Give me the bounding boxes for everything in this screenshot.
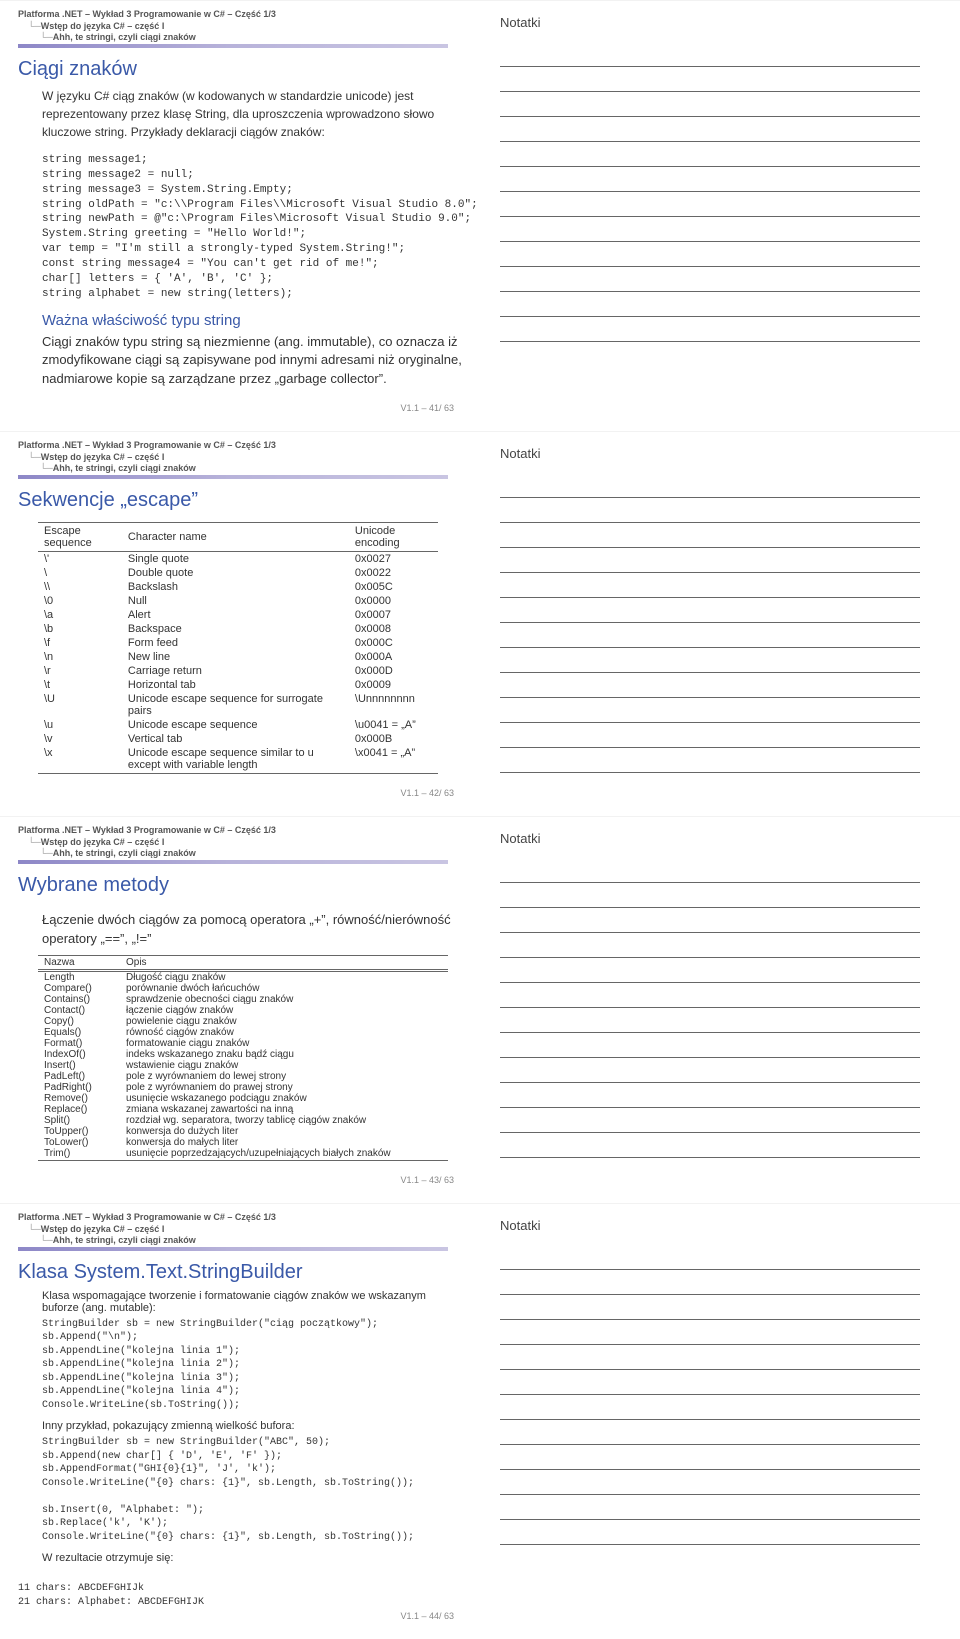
- note-line: [500, 1249, 920, 1270]
- note-line: [500, 527, 920, 548]
- slide4-title: Klasa System.Text.StringBuilder: [18, 1261, 462, 1284]
- note-line: [500, 1399, 920, 1420]
- slide1-title: Ciągi znaków: [18, 58, 462, 81]
- note-line: [500, 552, 920, 573]
- slide3-title: Wybrane metody: [18, 874, 462, 897]
- note-line: [500, 627, 920, 648]
- slide3-footer: V1.1 – 43/ 63: [18, 1175, 462, 1185]
- breadcrumb-l2: Wstęp do języka C# – część I: [41, 1224, 165, 1234]
- note-line: [500, 1424, 920, 1445]
- slide4-footer: V1.1 – 44/ 63: [18, 1611, 462, 1621]
- note-line: [500, 577, 920, 598]
- note-line: [500, 862, 920, 883]
- header-rule: [18, 44, 448, 48]
- slide2-footer: V1.1 – 42/ 63: [18, 788, 462, 798]
- header-rule: [18, 475, 448, 479]
- slide4-code2: StringBuilder sb = new StringBuilder("AB…: [42, 1436, 462, 1544]
- note-line: [500, 1137, 920, 1158]
- note-line: [500, 677, 920, 698]
- note-line: [500, 1474, 920, 1495]
- col-name: Character name: [122, 523, 349, 552]
- slide1-code: string message1; string message2 = null;…: [42, 153, 462, 301]
- note-line: [500, 752, 920, 773]
- slide1-subhead: Ważna właściwość typu string: [42, 312, 462, 329]
- note-line: [500, 1299, 920, 1320]
- notes-label: Notatki: [500, 1218, 920, 1233]
- note-line: [500, 602, 920, 623]
- slide4-code1: StringBuilder sb = new StringBuilder("ci…: [42, 1318, 462, 1413]
- note-line: [500, 1112, 920, 1133]
- breadcrumb: Platforma .NET – Wykład 3 Programowanie …: [18, 1212, 462, 1247]
- note-line: [500, 71, 920, 92]
- breadcrumb-l1: Platforma .NET – Wykład 3 Programowanie …: [18, 440, 462, 452]
- note-line: [500, 987, 920, 1008]
- note-line: [500, 702, 920, 723]
- note-line: [500, 1449, 920, 1470]
- note-line: [500, 321, 920, 342]
- col-encoding: Unicode encoding: [349, 523, 438, 552]
- note-line: [500, 296, 920, 317]
- header-rule: [18, 860, 448, 864]
- note-line: [500, 271, 920, 292]
- note-line: [500, 196, 920, 217]
- note-line: [500, 937, 920, 958]
- breadcrumb: Platforma .NET – Wykład 3 Programowanie …: [18, 9, 462, 44]
- note-line: [500, 477, 920, 498]
- col-escape: Escape sequence: [38, 523, 122, 552]
- header-rule: [18, 1247, 448, 1251]
- breadcrumb: Platforma .NET – Wykład 3 Programowanie …: [18, 825, 462, 860]
- slide1-footer: V1.1 – 41/ 63: [18, 403, 462, 413]
- note-line: [500, 727, 920, 748]
- escape-table: Escape sequence Character name Unicode e…: [38, 522, 438, 774]
- notes-label: Notatki: [500, 446, 920, 461]
- breadcrumb-l2: Wstęp do języka C# – część I: [41, 837, 165, 847]
- note-line: [500, 46, 920, 67]
- notes-label: Notatki: [500, 831, 920, 846]
- note-line: [500, 962, 920, 983]
- note-line: [500, 1374, 920, 1395]
- note-line: [500, 1037, 920, 1058]
- note-line: [500, 1012, 920, 1033]
- col-opis: Opis: [120, 955, 448, 970]
- slide2-title: Sekwencje „escape”: [18, 489, 462, 512]
- breadcrumb-l1: Platforma .NET – Wykład 3 Programowanie …: [18, 825, 462, 837]
- note-line: [500, 652, 920, 673]
- note-line: [500, 146, 920, 167]
- note-line: [500, 96, 920, 117]
- note-line: [500, 171, 920, 192]
- breadcrumb-l2: Wstęp do języka C# – część I: [41, 452, 165, 462]
- slide1-body-tail: Przykłady deklaracji ciągów znaków:: [131, 125, 325, 139]
- slide4-para3: W rezultacie otrzymuje się:: [42, 1552, 462, 1564]
- note-line: [500, 1087, 920, 1108]
- breadcrumb: Platforma .NET – Wykład 3 Programowanie …: [18, 440, 462, 475]
- slide4-para1: Klasa wspomagające tworzenie i formatowa…: [42, 1290, 462, 1314]
- breadcrumb-l3: Ahh, te stringi, czyli ciągi znaków: [53, 848, 196, 858]
- note-line: [500, 887, 920, 908]
- note-line: [500, 1524, 920, 1545]
- note-line: [500, 1324, 920, 1345]
- slide1-subpara: Ciągi znaków typu string są niezmienne (…: [42, 333, 462, 390]
- slide3-intro: Łączenie dwóch ciągów za pomocą operator…: [42, 911, 462, 949]
- breadcrumb-l1: Platforma .NET – Wykład 3 Programowanie …: [18, 1212, 462, 1224]
- note-line: [500, 121, 920, 142]
- note-line: [500, 221, 920, 242]
- slide1-body: W języku C# ciąg znaków (w kodowanych w …: [42, 87, 462, 141]
- breadcrumb-l3: Ahh, te stringi, czyli ciągi znaków: [53, 32, 196, 42]
- col-nazwa: Nazwa: [38, 955, 120, 970]
- notes-label: Notatki: [500, 15, 920, 30]
- breadcrumb-l1: Platforma .NET – Wykład 3 Programowanie …: [18, 9, 462, 21]
- note-line: [500, 1349, 920, 1370]
- note-line: [500, 246, 920, 267]
- breadcrumb-l3: Ahh, te stringi, czyli ciągi znaków: [53, 1235, 196, 1245]
- breadcrumb-l3: Ahh, te stringi, czyli ciągi znaków: [53, 463, 196, 473]
- slide4-code3: 11 chars: ABCDEFGHIJk 21 chars: Alphabet…: [18, 1582, 462, 1609]
- slide4-para2: Inny przykład, pokazujący zmienną wielko…: [42, 1420, 462, 1432]
- note-line: [500, 912, 920, 933]
- note-line: [500, 1062, 920, 1083]
- breadcrumb-l2: Wstęp do języka C# – część I: [41, 21, 165, 31]
- methods-table: Nazwa Opis LengthDługość ciągu znaków Co…: [38, 955, 448, 1161]
- note-line: [500, 1274, 920, 1295]
- note-line: [500, 1499, 920, 1520]
- note-line: [500, 502, 920, 523]
